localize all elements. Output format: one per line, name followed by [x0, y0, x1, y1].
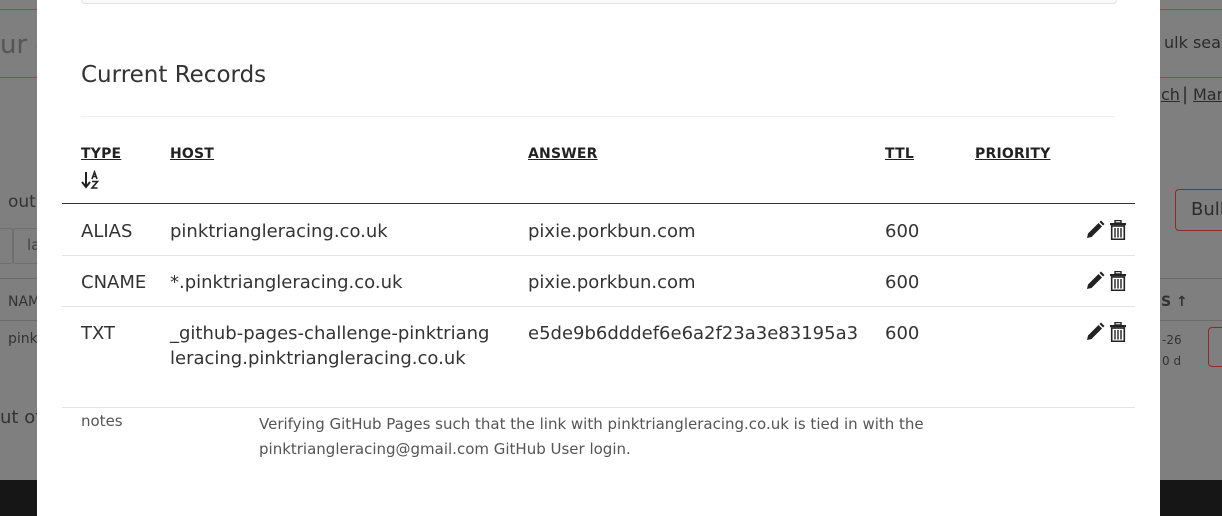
record-actions [1085, 220, 1127, 240]
background-link: ch [1161, 85, 1180, 104]
background-text: ut of [0, 407, 42, 428]
record-answer: e5de9b6dddef6e6a2f23a3e83195a3 [528, 323, 859, 344]
record-host: _github-pages-challenge-pinktriangleraci… [170, 323, 490, 369]
modal-title: Current Records [81, 62, 267, 88]
background-row-text: pink [8, 331, 38, 347]
background-text: out [8, 192, 36, 212]
record-answer: pixie.porkbun.com [528, 272, 696, 293]
record-actions [1085, 271, 1127, 291]
record-type: TXT [81, 323, 116, 344]
record-host: *.pinktriangleracing.co.uk [170, 272, 403, 293]
background-divider [1160, 77, 1222, 78]
background-link-separator: | [1182, 84, 1189, 105]
column-header-answer[interactable]: ANSWER [528, 146, 598, 162]
sort-alpha-down-icon[interactable] [81, 170, 101, 190]
background-bulk-button-label: Bull [1191, 199, 1222, 220]
trash-icon[interactable] [1109, 322, 1127, 342]
column-header-host[interactable]: HOST [170, 146, 214, 162]
record-ttl: 600 [885, 221, 920, 242]
record-ttl: 600 [885, 323, 920, 344]
notes-text: Verifying GitHub Pages such that the lin… [259, 415, 924, 458]
background-divider [0, 9, 37, 10]
record-row: CNAME *.pinktriangleracing.co.uk pixie.p… [62, 256, 1135, 307]
column-header-type[interactable]: TYPE [81, 146, 121, 162]
records-modal: Current Records TYPE HOST ANSWER TTL PRI… [37, 0, 1160, 516]
column-header-priority[interactable]: PRIORITY [975, 146, 1050, 162]
background-row-text: 0 d [1162, 354, 1182, 368]
background-link: Mar [1193, 85, 1222, 104]
modal-top-panel [81, 0, 1117, 4]
background-row-text: -26 [1162, 333, 1182, 347]
column-header-ttl[interactable]: TTL [885, 146, 914, 162]
background-button [1208, 327, 1222, 367]
background-bulk-search-link: ulk search [1164, 33, 1222, 52]
background-divider [0, 77, 37, 78]
notes-label: notes [81, 412, 123, 430]
record-row: TXT _github-pages-challenge-pinktriangle… [62, 307, 1135, 408]
background-divider [0, 320, 37, 321]
header-divider [62, 203, 1135, 204]
pencil-icon[interactable] [1085, 271, 1105, 291]
record-row: ALIAS pinktriangleracing.co.uk pixie.por… [62, 205, 1135, 256]
background-divider [0, 278, 37, 279]
background-column-header: NAM [8, 294, 41, 310]
title-divider [81, 116, 1115, 117]
pencil-icon[interactable] [1085, 220, 1105, 240]
record-type: CNAME [81, 272, 147, 293]
background-divider [1160, 278, 1222, 279]
record-answer: pixie.porkbun.com [528, 221, 696, 242]
record-type: ALIAS [81, 221, 133, 242]
pencil-icon[interactable] [1085, 322, 1105, 342]
background-divider [1160, 9, 1222, 10]
record-host: pinktriangleracing.co.uk [170, 221, 388, 242]
record-ttl: 600 [885, 272, 920, 293]
trash-icon[interactable] [1109, 220, 1127, 240]
record-actions [1085, 322, 1127, 342]
trash-icon[interactable] [1109, 271, 1127, 291]
background-column-header: S ↑ [1161, 294, 1188, 310]
background-divider [1160, 320, 1222, 321]
